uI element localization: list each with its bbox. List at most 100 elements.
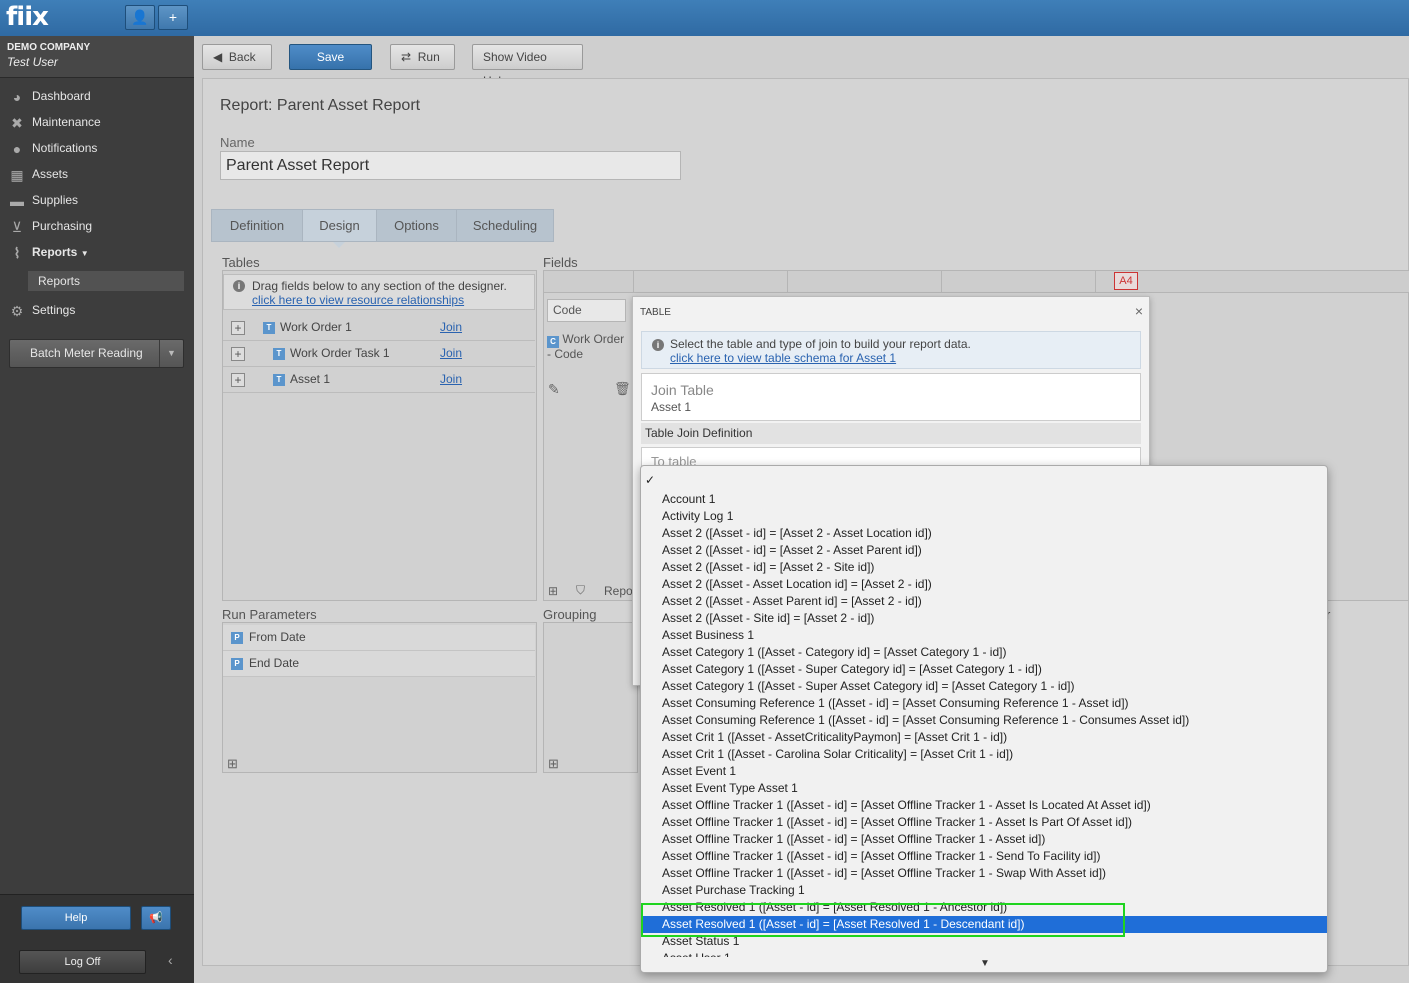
chart-icon: ⌇	[13, 244, 21, 261]
dropdown-option[interactable]: Asset 2 ([Asset - id] = [Asset 2 - Asset…	[641, 542, 1327, 559]
sidebar-item-reports[interactable]: ⌇ Reports ▼	[8, 241, 89, 263]
dropdown-option[interactable]: Asset Crit 1 ([Asset - AssetCriticalityP…	[641, 729, 1327, 746]
plus-icon: +	[168, 9, 178, 25]
dropdown-option[interactable]: Activity Log 1	[641, 508, 1327, 525]
dropdown-option[interactable]: Asset 2 ([Asset - id] = [Asset 2 - Asset…	[641, 525, 1327, 542]
to-table-dropdown[interactable]: ✓ Account 1 Activity Log 1 Asset 2 ([Asset…	[640, 465, 1328, 973]
cell-badge[interactable]: A4	[1114, 272, 1138, 290]
dropdown-option[interactable]: Asset Offline Tracker 1 ([Asset - id] = …	[641, 831, 1327, 848]
chevron-down-icon[interactable]: ▼	[159, 340, 183, 367]
gear-icon: ⚙	[10, 302, 24, 319]
grouping-label: Grouping	[543, 607, 597, 622]
run-button[interactable]: ⇄ Run	[390, 44, 455, 70]
table-row[interactable]: + T Work Order Task 1 Join	[223, 341, 535, 367]
expand-icon[interactable]: +	[231, 373, 245, 387]
sidebar-subitem-reports[interactable]: Reports	[28, 271, 184, 291]
tab-design[interactable]: Design	[302, 209, 377, 242]
dropdown-option[interactable]: Asset 2 ([Asset - Site id] = [Asset 2 - …	[641, 610, 1327, 627]
dropdown-option[interactable]: Asset Event Type Asset 1	[641, 780, 1327, 797]
empty-option[interactable]: ✓	[641, 470, 1327, 491]
join-link[interactable]: Join	[440, 367, 462, 392]
dropdown-option[interactable]: Asset Business 1	[641, 627, 1327, 644]
dropdown-option[interactable]: Asset 2 ([Asset - id] = [Asset 2 - Site …	[641, 559, 1327, 576]
join-table-field: Join Table Asset 1	[641, 373, 1141, 421]
table-schema-link[interactable]: click here to view table schema for Asse…	[670, 351, 1140, 365]
sidebar-item-maintenance[interactable]: ✖ Maintenance	[8, 111, 101, 133]
close-icon[interactable]: ×	[1135, 303, 1143, 319]
table-row[interactable]: + T Work Order 1 Join	[223, 315, 535, 341]
chat-bubble-icon: ●	[12, 140, 22, 157]
dropdown-option[interactable]: Asset 2 ([Asset - Asset Parent id] = [As…	[641, 593, 1327, 610]
collapse-sidebar-icon[interactable]: ‹	[168, 952, 173, 968]
dropdown-list: ✓ Account 1 Activity Log 1 Asset 2 ([Asset…	[641, 470, 1327, 957]
dropdown-option[interactable]: Asset Event 1	[641, 763, 1327, 780]
truck-icon: ▬	[10, 192, 24, 209]
help-button[interactable]: Help	[21, 906, 131, 930]
trash-icon[interactable]: 🗑	[614, 381, 631, 397]
resource-relationships-link[interactable]: click here to view resource relationship…	[252, 293, 534, 307]
tab-options[interactable]: Options	[376, 209, 457, 242]
dropdown-option[interactable]: Asset 2 ([Asset - Asset Location id] = […	[641, 576, 1327, 593]
dropdown-option[interactable]: Asset Category 1 ([Asset - Super Asset C…	[641, 678, 1327, 695]
dropdown-option[interactable]: Asset Status 1	[641, 933, 1327, 950]
edit-icon[interactable]: ✎	[548, 381, 560, 398]
info-icon: i	[233, 280, 245, 292]
table-row[interactable]: + T Asset 1 Join	[223, 367, 535, 393]
dropdown-option[interactable]: Asset User 1	[641, 950, 1327, 957]
filter-icon[interactable]: ⛉	[576, 583, 585, 598]
sidebar-item-dashboard[interactable]: ◕ Dashboard	[8, 85, 91, 107]
field-work-order-code[interactable]: C Work Order - Code	[547, 332, 624, 361]
sidebar-item-supplies[interactable]: ▬ Supplies	[8, 189, 78, 211]
log-off-button[interactable]: Log Off	[19, 950, 146, 974]
top-bar: fiix 👤 +	[0, 0, 1409, 36]
dropdown-option[interactable]: Asset Resolved 1 ([Asset - id] = [Asset …	[641, 916, 1327, 933]
scroll-down-icon[interactable]: ▼	[980, 958, 990, 969]
table-join-definition-header: Table Join Definition	[641, 423, 1141, 444]
join-link[interactable]: Join	[440, 341, 462, 366]
arrow-left-icon: ◀	[213, 50, 223, 64]
back-button[interactable]: ◀ Back	[202, 44, 272, 70]
dropdown-option[interactable]: Asset Crit 1 ([Asset - Carolina Solar Cr…	[641, 746, 1327, 763]
dropdown-option[interactable]: Asset Offline Tracker 1 ([Asset - id] = …	[641, 797, 1327, 814]
dropdown-option[interactable]: Account 1	[641, 491, 1327, 508]
dropdown-option[interactable]: Asset Category 1 ([Asset - Category id] …	[641, 644, 1327, 661]
tab-definition[interactable]: Definition	[211, 209, 303, 242]
add-field-icon[interactable]: ⊞	[548, 584, 558, 598]
fiix-logo[interactable]: fiix	[6, 2, 49, 32]
batch-meter-reading-button[interactable]: Batch Meter Reading ▼	[9, 339, 184, 368]
user-button[interactable]: 👤	[125, 5, 155, 30]
code-input[interactable]: Code	[547, 299, 626, 322]
dropdown-option[interactable]: Asset Offline Tracker 1 ([Asset - id] = …	[641, 865, 1327, 882]
add-grouping-icon[interactable]: ⊞	[548, 756, 559, 772]
table-icon: T	[263, 322, 275, 334]
expand-icon[interactable]: +	[231, 321, 245, 335]
list-item[interactable]: P From Date	[223, 625, 535, 651]
dropdown-option[interactable]: Asset Consuming Reference 1 ([Asset - id…	[641, 712, 1327, 729]
dropdown-option[interactable]: Asset Offline Tracker 1 ([Asset - id] = …	[641, 848, 1327, 865]
dropdown-option[interactable]: Asset Offline Tracker 1 ([Asset - id] = …	[641, 814, 1327, 831]
expand-icon[interactable]: +	[231, 347, 245, 361]
dropdown-option[interactable]: Asset Consuming Reference 1 ([Asset - id…	[641, 695, 1327, 712]
add-parameter-icon[interactable]: ⊞	[227, 756, 238, 772]
add-button[interactable]: +	[158, 5, 188, 30]
join-link[interactable]: Join	[440, 315, 462, 340]
show-video-help-button[interactable]: Show Video Help	[472, 44, 583, 88]
report-name-input[interactable]: Parent Asset Report	[220, 151, 681, 180]
dashboard-icon: ◕	[12, 88, 22, 105]
tab-scheduling[interactable]: Scheduling	[456, 209, 554, 242]
tools-icon: ✖	[11, 114, 23, 131]
fields-header	[544, 271, 1409, 293]
user-name: Test User	[7, 55, 58, 69]
dropdown-option[interactable]: Asset Category 1 ([Asset - Super Categor…	[641, 661, 1327, 678]
sidebar-item-notifications[interactable]: ● Notifications	[8, 137, 98, 159]
column-divider	[787, 271, 788, 293]
sidebar-item-purchasing[interactable]: ⊻ Purchasing	[8, 215, 92, 237]
sidebar-item-assets[interactable]: ▦ Assets	[8, 163, 68, 185]
list-item[interactable]: P End Date	[223, 651, 535, 677]
dropdown-option[interactable]: Asset Resolved 1 ([Asset - id] = [Asset …	[641, 899, 1327, 916]
dropdown-option[interactable]: Asset Purchase Tracking 1	[641, 882, 1327, 899]
save-button[interactable]: Save	[289, 44, 372, 70]
modal-title: TABLE	[640, 307, 671, 318]
sidebar-item-settings[interactable]: ⚙ Settings	[8, 299, 76, 321]
announcement-button[interactable]: 📢	[141, 906, 171, 930]
